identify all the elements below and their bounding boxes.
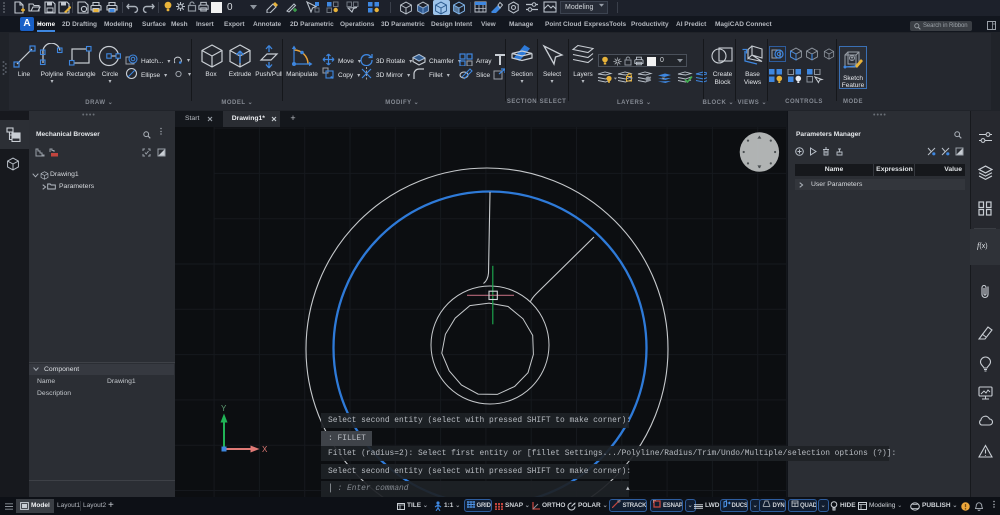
svg-text:X: X bbox=[262, 445, 268, 454]
svg-text:Y: Y bbox=[221, 404, 227, 413]
